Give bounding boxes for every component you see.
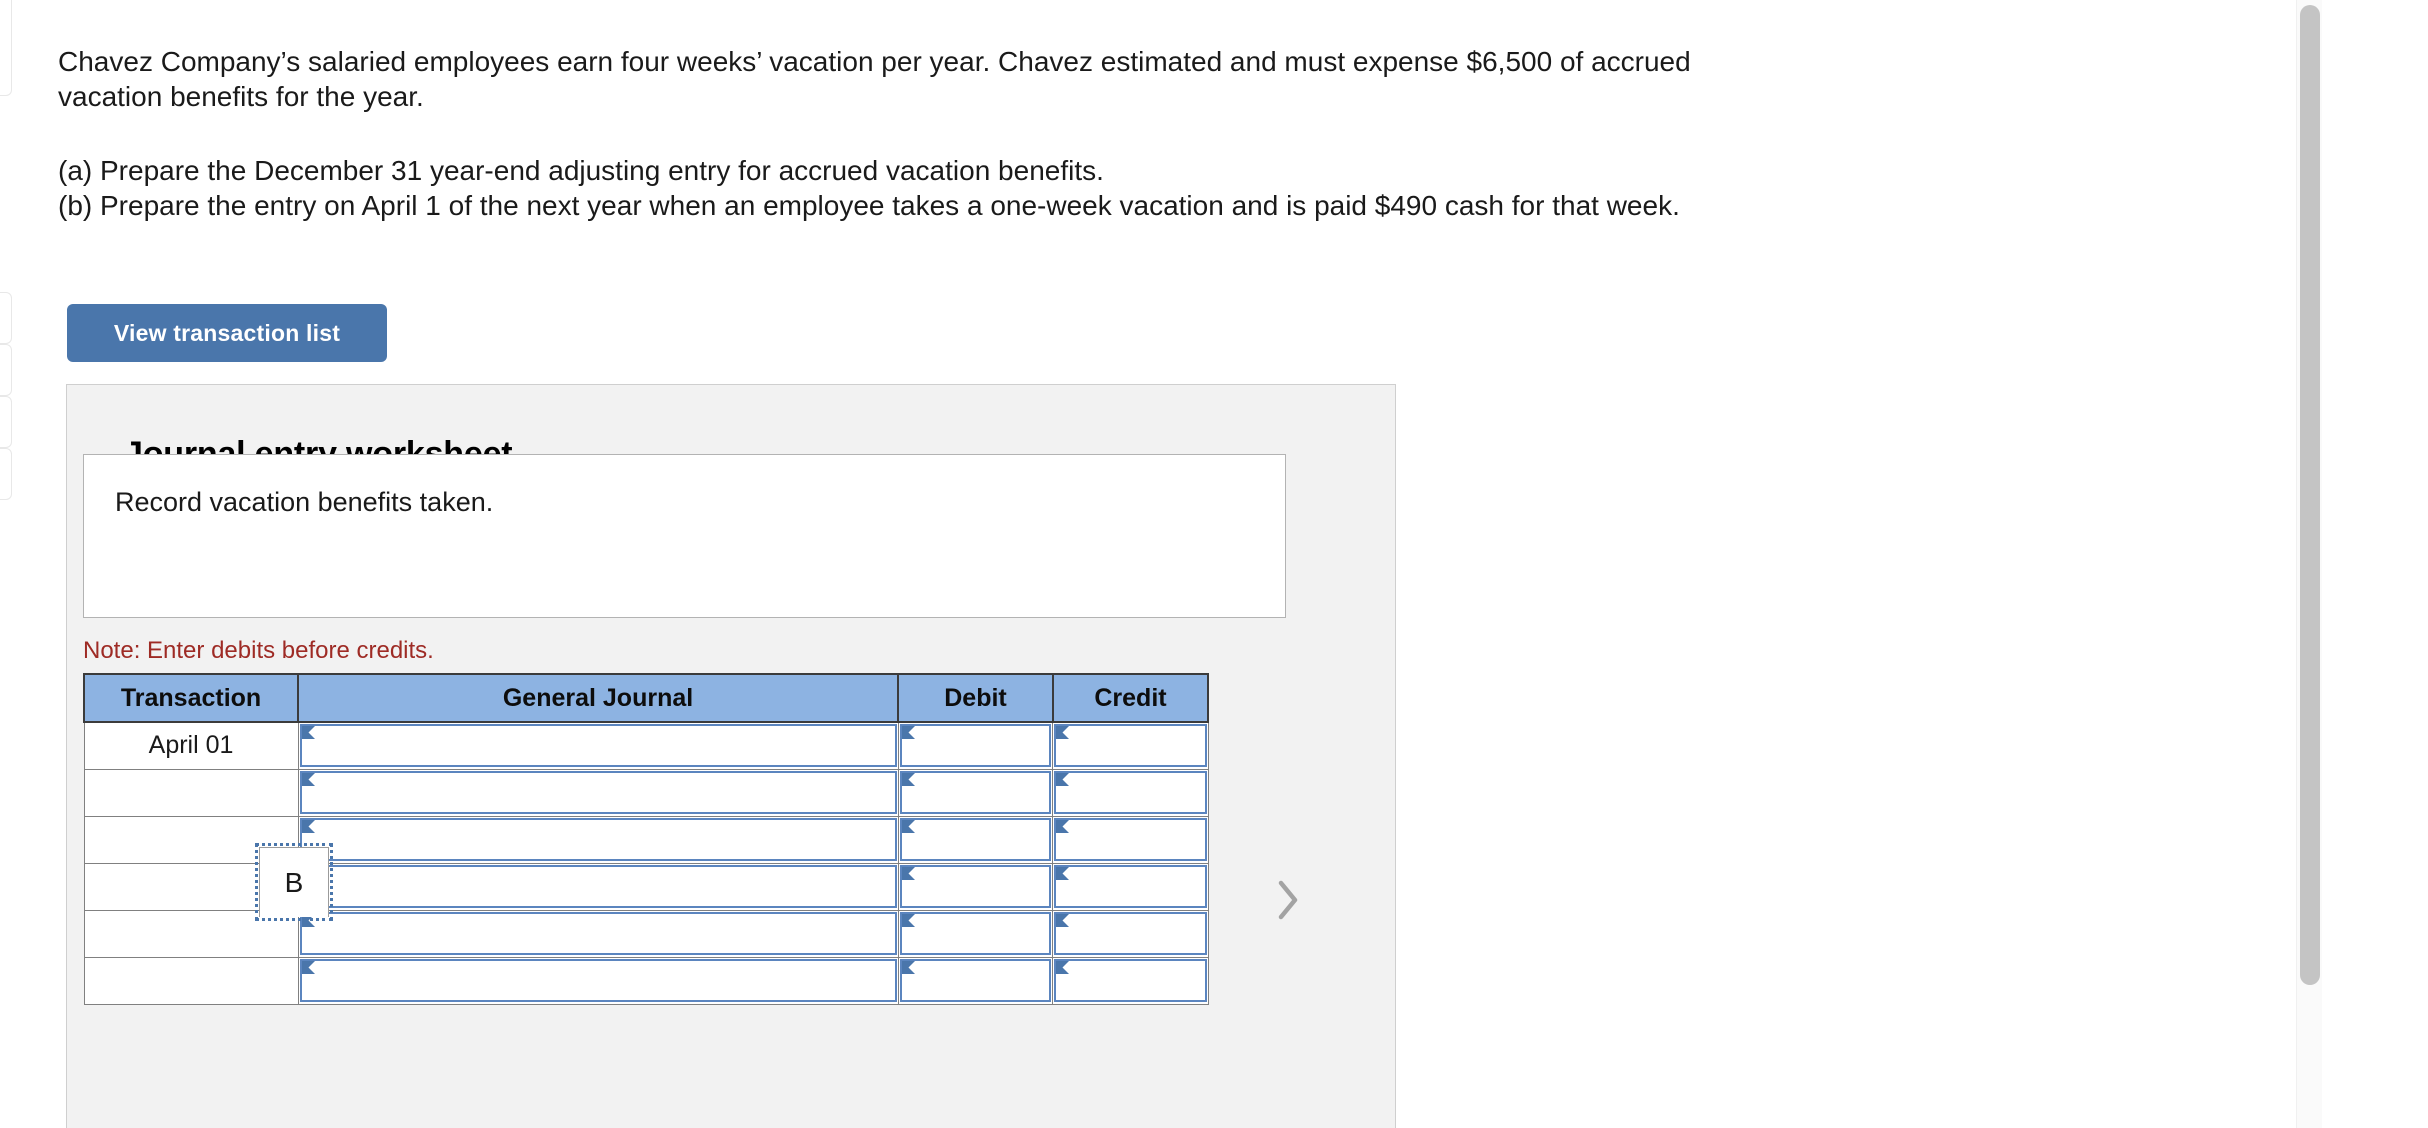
table-row bbox=[83, 956, 1209, 1005]
cell-general-journal[interactable] bbox=[297, 721, 899, 770]
cell-credit[interactable] bbox=[1052, 956, 1209, 1005]
offscreen-list-fragment bbox=[0, 448, 12, 500]
cell-general-journal[interactable] bbox=[297, 956, 899, 1005]
cell-general-journal[interactable] bbox=[297, 768, 899, 817]
cell-general-journal[interactable] bbox=[297, 815, 899, 864]
cell-credit[interactable] bbox=[1052, 768, 1209, 817]
cell-transaction-date bbox=[83, 909, 299, 958]
credit-input[interactable] bbox=[1054, 912, 1207, 955]
column-header-general-journal: General Journal bbox=[297, 673, 899, 723]
general-journal-input[interactable] bbox=[299, 865, 897, 908]
table-header-row: Transaction General Journal Debit Credit bbox=[82, 673, 1210, 723]
general-journal-input[interactable] bbox=[299, 959, 897, 1002]
cell-transaction-date bbox=[83, 768, 299, 817]
cell-debit[interactable] bbox=[897, 815, 1054, 864]
cell-credit[interactable] bbox=[1052, 862, 1209, 911]
journal-entry-worksheet-panel: Journal entry worksheet A B bbox=[66, 384, 1396, 1128]
table-row bbox=[83, 909, 1209, 958]
column-header-credit: Credit bbox=[1051, 673, 1210, 723]
problem-paragraph-line-1: Chavez Company’s salaried employees earn… bbox=[58, 46, 1691, 77]
entry-description-text: Record vacation benefits taken. bbox=[115, 487, 494, 517]
debit-input[interactable] bbox=[899, 912, 1052, 955]
debits-before-credits-note: Note: Enter debits before credits. bbox=[83, 637, 434, 664]
entry-description-box: Record vacation benefits taken. bbox=[83, 454, 1286, 618]
tab-entry-b[interactable]: B bbox=[255, 843, 333, 921]
chevron-right-icon bbox=[1275, 879, 1301, 921]
credit-input[interactable] bbox=[1054, 865, 1207, 908]
table-row bbox=[83, 815, 1209, 864]
view-transaction-list-button[interactable]: View transaction list bbox=[67, 304, 387, 362]
journal-entry-table: Transaction General Journal Debit Credit… bbox=[82, 673, 1210, 1005]
column-header-transaction: Transaction bbox=[82, 673, 300, 723]
offscreen-panel-fragment bbox=[0, 0, 12, 96]
table-row bbox=[83, 768, 1209, 817]
cell-general-journal[interactable] bbox=[297, 909, 899, 958]
problem-paragraph-line-2: vacation benefits for the year. bbox=[58, 81, 424, 112]
debit-input[interactable] bbox=[899, 959, 1052, 1002]
journal-table-wrapper: Transaction General Journal Debit Credit… bbox=[82, 673, 1210, 1005]
debit-input[interactable] bbox=[899, 865, 1052, 908]
cell-transaction-date bbox=[83, 956, 299, 1005]
cell-debit[interactable] bbox=[897, 768, 1054, 817]
cell-credit[interactable] bbox=[1052, 721, 1209, 770]
offscreen-list-fragment bbox=[0, 344, 12, 396]
credit-input[interactable] bbox=[1054, 724, 1207, 768]
next-entry-button[interactable] bbox=[1263, 865, 1313, 935]
offscreen-list-fragment bbox=[0, 292, 12, 344]
general-journal-input[interactable] bbox=[299, 724, 897, 768]
journal-table-body: April 01 bbox=[83, 721, 1209, 1005]
page-root: Chavez Company’s salaried employees earn… bbox=[0, 0, 2428, 1128]
general-journal-input[interactable] bbox=[299, 818, 897, 861]
table-row: April 01 bbox=[83, 721, 1209, 770]
offscreen-list-fragment bbox=[0, 396, 12, 448]
cell-debit[interactable] bbox=[897, 862, 1054, 911]
cell-transaction-date: April 01 bbox=[83, 721, 299, 770]
column-header-debit: Debit bbox=[897, 673, 1054, 723]
cell-debit[interactable] bbox=[897, 956, 1054, 1005]
credit-input[interactable] bbox=[1054, 959, 1207, 1002]
credit-input[interactable] bbox=[1054, 771, 1207, 814]
page-scrollbar-thumb[interactable] bbox=[2300, 5, 2320, 985]
problem-statement: Chavez Company’s salaried employees earn… bbox=[58, 44, 1998, 223]
debit-input[interactable] bbox=[899, 724, 1052, 768]
requirement-b: (b) Prepare the entry on April 1 of the … bbox=[58, 190, 1680, 221]
cell-debit[interactable] bbox=[897, 721, 1054, 770]
cell-credit[interactable] bbox=[1052, 815, 1209, 864]
cell-debit[interactable] bbox=[897, 909, 1054, 958]
debit-input[interactable] bbox=[899, 771, 1052, 814]
general-journal-input[interactable] bbox=[299, 771, 897, 814]
cell-credit[interactable] bbox=[1052, 909, 1209, 958]
requirement-a: (a) Prepare the December 31 year-end adj… bbox=[58, 155, 1104, 186]
page-scrollbar-track[interactable] bbox=[2296, 0, 2322, 1128]
debit-input[interactable] bbox=[899, 818, 1052, 861]
general-journal-input[interactable] bbox=[299, 912, 897, 955]
cell-general-journal[interactable] bbox=[297, 862, 899, 911]
table-row bbox=[83, 862, 1209, 911]
credit-input[interactable] bbox=[1054, 818, 1207, 861]
